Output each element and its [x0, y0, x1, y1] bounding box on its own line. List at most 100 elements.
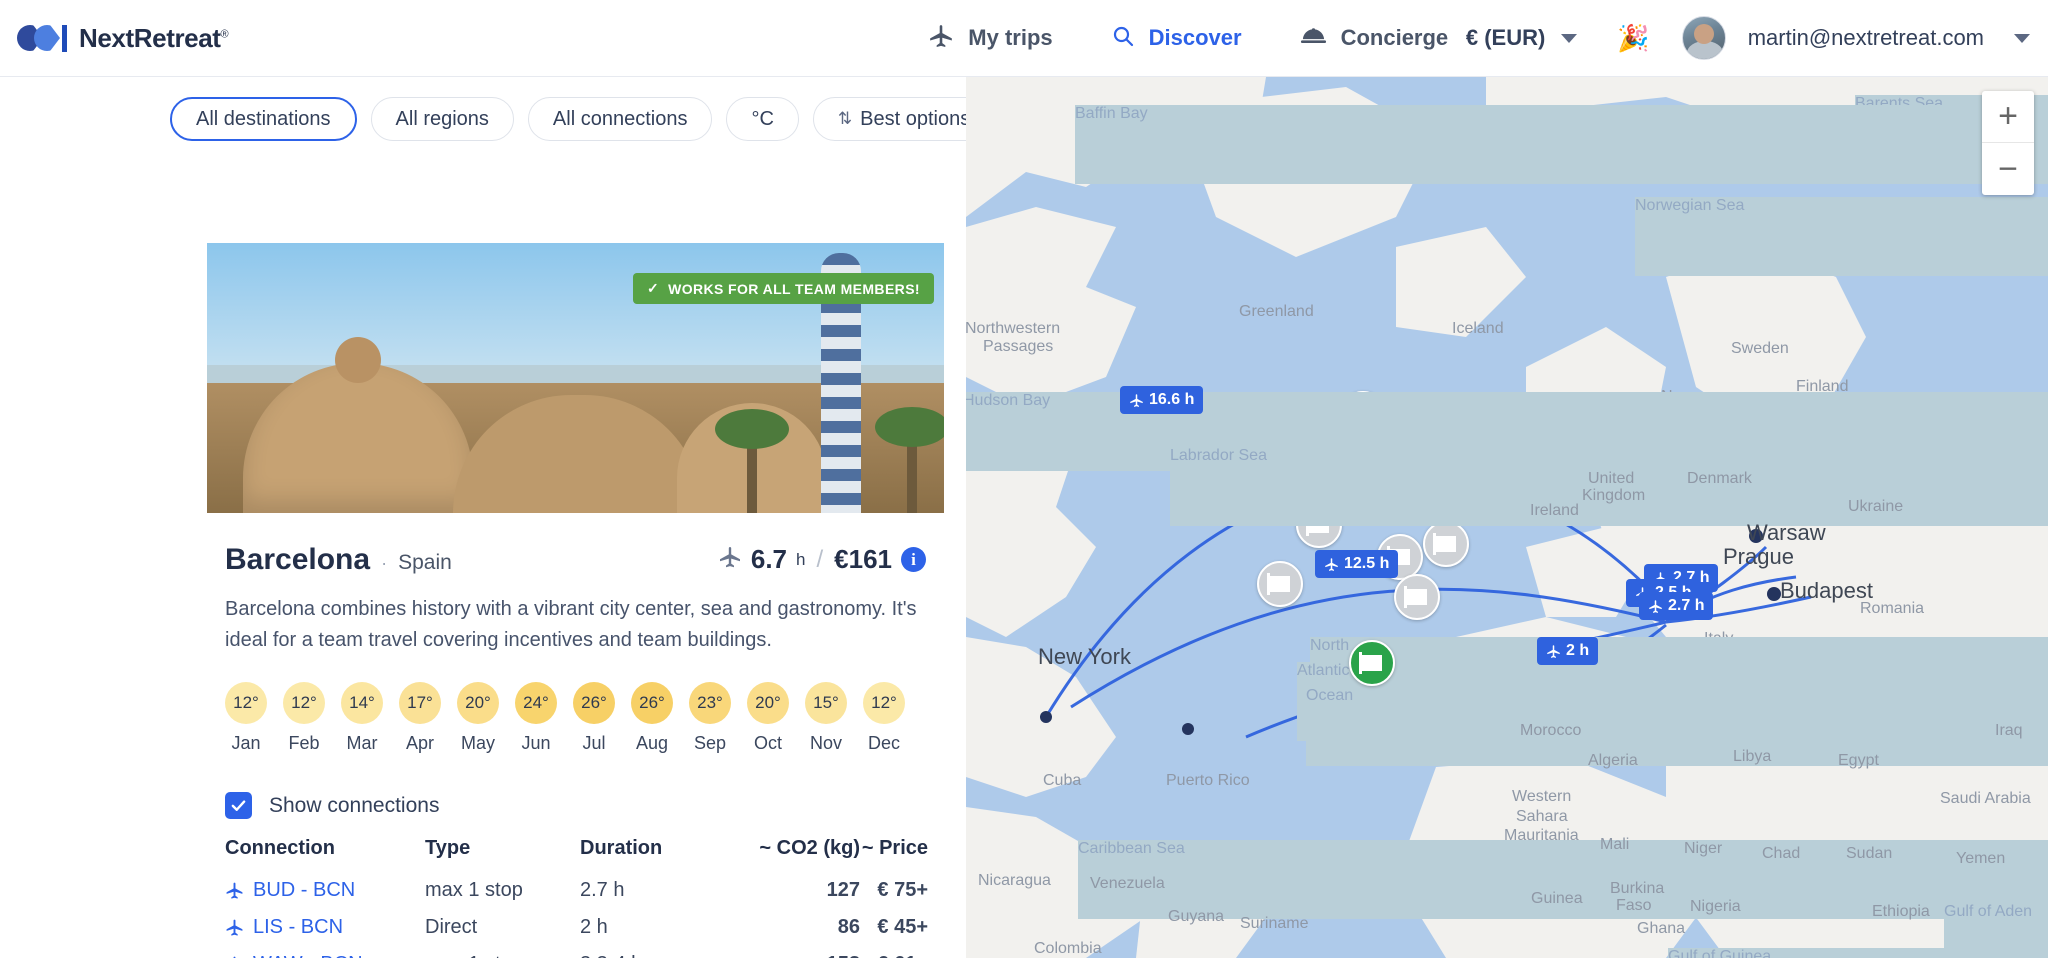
filter-all-connections[interactable]: All connections: [527, 97, 713, 141]
month-item: 26 ° Aug: [631, 682, 673, 754]
map-label: Passages: [983, 338, 1054, 355]
map-label: Colombia: [1034, 940, 1102, 957]
connection-label: BUD - BCN: [253, 879, 356, 902]
month-item: 12 ° Jan: [225, 682, 267, 754]
month-item: 20 ° May: [457, 682, 499, 754]
brand-logo[interactable]: NextRetreat®: [17, 23, 229, 54]
map-label: Nicaragua: [978, 872, 1051, 889]
map-label: Suriname: [1240, 915, 1309, 932]
map-label: Algeria: [1588, 752, 1638, 769]
user-email-label[interactable]: martin@nextretreat.com: [1748, 25, 1984, 51]
connection-price: € 61+: [860, 946, 928, 958]
table-row: LIS - BCN Direct 2 h 86 € 45+: [225, 909, 928, 946]
filter-temperature-unit[interactable]: °C: [726, 97, 799, 141]
flight-badge[interactable]: 2.7 h: [1639, 592, 1714, 620]
map-label: Greenland: [1239, 303, 1314, 320]
plane-icon: [226, 919, 243, 936]
confetti-icon[interactable]: 🎉: [1617, 25, 1649, 51]
currency-label: € (EUR): [1465, 25, 1546, 50]
connection-price: € 45+: [877, 916, 928, 939]
plane-icon-summary: [718, 545, 742, 574]
map-label: Cuba: [1043, 772, 1082, 789]
col-co2: ~ CO2 (kg): [759, 837, 860, 860]
month-temp: 12 °: [283, 682, 325, 725]
plane-icon: [1649, 599, 1662, 613]
map-label: Mali: [1600, 836, 1630, 853]
month-item: 12 ° Feb: [283, 682, 325, 754]
month-item: 26 ° Jul: [573, 682, 615, 754]
month-item: 14 ° Mar: [341, 682, 383, 754]
destination-title-row: Barcelona · Spain 6.7 h / €161 i: [225, 543, 926, 577]
nav-item-discover[interactable]: Discover: [1111, 24, 1242, 53]
search-icon: [1111, 24, 1135, 53]
user-menu-chevron-down-icon[interactable]: [2014, 33, 2030, 43]
results-panel: All destinations All regions All connect…: [0, 77, 966, 958]
month-temp: 26 °: [631, 682, 673, 725]
filter-sort-best-options[interactable]: ⇅ Best options first: [812, 97, 966, 141]
map-label: Denmark: [1687, 470, 1752, 487]
app-root: NextRetreat® My trips Discover Concierge…: [0, 0, 2048, 958]
destination-description: Barcelona combines history with a vibran…: [225, 598, 917, 652]
country-label: Spain: [398, 551, 452, 574]
filter-pill-row: All destinations All regions All connect…: [0, 77, 966, 161]
destination-card-body: Barcelona · Spain 6.7 h / €161 i Barcelo…: [207, 513, 944, 958]
month-label: Jul: [582, 733, 606, 754]
show-connections-checkbox[interactable]: [225, 792, 252, 820]
zoom-out-button[interactable]: −: [1982, 143, 2034, 195]
month-temp: 14 °: [341, 682, 383, 725]
map-label: Libya: [1733, 748, 1772, 765]
col-price: ~ Price: [861, 837, 928, 860]
status-badge: ✓ WORKS FOR ALL TEAM MEMBERS!: [632, 273, 934, 304]
connection-co2: 86: [837, 916, 860, 939]
plane-icon: [226, 882, 243, 899]
zoom-in-button[interactable]: +: [1982, 91, 2034, 143]
month-label: Feb: [288, 733, 320, 754]
nav-item-concierge[interactable]: Concierge: [1300, 25, 1448, 52]
flight-badge[interactable]: 16.6 h: [1120, 386, 1204, 414]
table-row: BUD - BCN max 1 stop 2.7 h 127 € 75+: [225, 872, 928, 909]
map-label: Morocco: [1520, 722, 1582, 739]
plane-icon: [1325, 557, 1338, 571]
table-header-row: Connection Type Duration ~ CO2 (kg) ~ Pr…: [225, 837, 928, 872]
title-separator: ·: [381, 553, 388, 573]
month-temp: 12 °: [225, 682, 267, 725]
map-pin-portugal-north[interactable]: [1257, 561, 1303, 607]
flight-time-value: 6.7: [750, 544, 788, 574]
bell-service-icon: [1300, 25, 1327, 52]
map-label: Saudi Arabia: [1940, 790, 2031, 807]
connection-duration: 3.3-4 h: [580, 946, 755, 958]
currency-selector[interactable]: € (EUR): [1465, 25, 1578, 51]
month-label: Nov: [809, 733, 842, 754]
map-label: Venezuela: [1090, 875, 1165, 892]
nav-item-my-trips[interactable]: My trips: [928, 23, 1053, 54]
map-label: Romania: [1860, 600, 1925, 617]
map-pin-czechia[interactable]: [1394, 574, 1440, 620]
avatar[interactable]: [1681, 16, 1726, 60]
connection-link: WAW - BCN: [225, 953, 425, 958]
map-label: Guinea: [1531, 890, 1583, 907]
flight-badge[interactable]: 2 h: [1537, 637, 1599, 665]
connection-label: LIS - BCN: [253, 916, 344, 939]
month-label: Sep: [693, 733, 727, 754]
map-label: Gulf of Aden: [1944, 903, 2048, 958]
connection-label: WAW - BCN: [253, 953, 363, 958]
filter-all-destinations[interactable]: All destinations: [170, 97, 357, 141]
map-label: Prague: [1723, 544, 1794, 569]
show-connections-toggle[interactable]: Show connections: [225, 792, 926, 820]
flight-badge[interactable]: 12.5 h: [1315, 550, 1399, 578]
map-label: Warsaw: [1747, 520, 1826, 545]
map-pin-barcelona-selected[interactable]: [1349, 640, 1395, 686]
map-label: Western: [1512, 788, 1572, 805]
map-zoom-controls: + −: [1982, 91, 2034, 195]
month-temp: 20 °: [747, 682, 789, 725]
info-icon[interactable]: i: [901, 547, 926, 572]
month-label: May: [460, 733, 495, 754]
destination-photo[interactable]: ✓ WORKS FOR ALL TEAM MEMBERS!: [207, 243, 944, 513]
map-label: Ghana: [1637, 920, 1686, 937]
check-icon: [231, 800, 246, 812]
map-pin-poland[interactable]: [1423, 521, 1469, 567]
nav-label-discover: Discover: [1148, 25, 1242, 50]
map-view[interactable]: 16.6 h 12.5 h 2 h 2.7 h 2.5 h 2.7 h + − …: [966, 77, 2048, 958]
map-label: Ukraine: [1848, 498, 1904, 515]
filter-all-regions[interactable]: All regions: [370, 97, 514, 141]
